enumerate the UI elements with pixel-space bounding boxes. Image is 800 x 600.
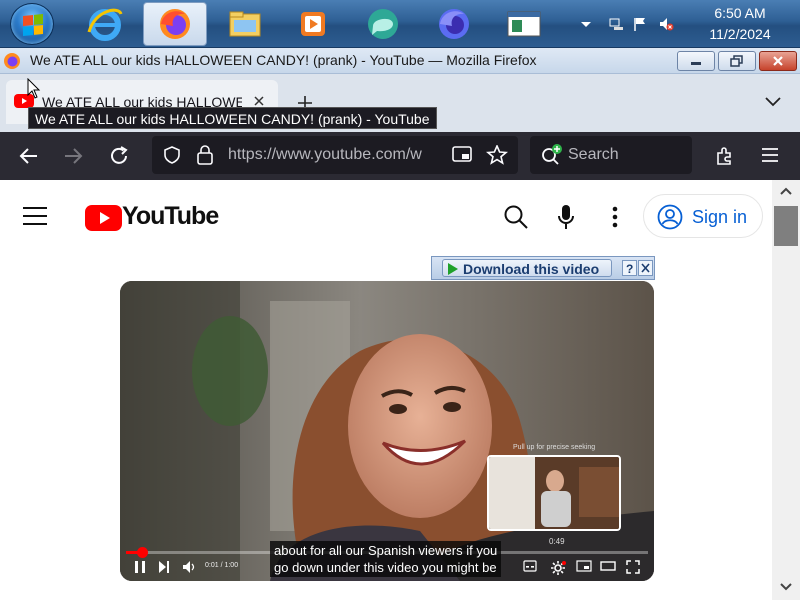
restore-icon [730,55,743,67]
minimize-button[interactable] [677,51,715,71]
search-bar[interactable]: Search [530,136,692,174]
search-placeholder: Search [568,146,619,163]
sign-in-button[interactable]: Sign in [643,194,763,238]
picture-in-picture-icon[interactable] [452,146,472,164]
close-tab-icon[interactable] [252,94,266,108]
padlock-icon[interactable] [196,144,214,166]
settings-gear-icon[interactable] [550,560,566,576]
mouse-cursor-icon [27,78,41,99]
next-video-icon[interactable] [158,560,170,574]
clock-time: 6:50 AM [714,5,766,21]
more-options-icon[interactable] [610,206,620,228]
chevron-up-icon[interactable] [578,16,594,32]
download-video-button[interactable]: Download this video [442,259,612,277]
clock-date: 11/2/2024 [709,26,771,42]
play-arrow-icon [448,263,458,275]
video-frame [120,281,654,581]
system-clock[interactable]: 6:50 AM 11/2/2024 [700,3,780,45]
url-bar[interactable]: https://www.youtube.com/w [152,136,518,174]
scroll-up-icon[interactable] [779,186,793,196]
page-scrollbar[interactable] [772,180,800,600]
firefox-app-icon [4,53,20,69]
volume-icon[interactable] [182,560,196,574]
youtube-menu-icon[interactable] [22,206,48,226]
scroll-down-icon[interactable] [779,582,793,592]
video-time: 0:01 / 1:00 [205,562,239,569]
reload-icon[interactable] [108,145,130,167]
preview-time: 0:49 [549,537,565,546]
back-arrow-icon[interactable] [18,145,40,167]
download-video-label: Download this video [463,261,600,277]
youtube-search-icon[interactable] [503,204,529,230]
preview-frame [489,457,619,529]
minimize-icon [691,62,701,65]
close-helper-icon[interactable] [638,260,653,276]
youtube-logo-icon[interactable] [85,205,123,231]
network-icon[interactable] [608,16,624,32]
window-titlebar: We ATE ALL our kids HALLOWEEN CANDY! (pr… [0,48,800,74]
window-title: We ATE ALL our kids HALLOWEEN CANDY! (pr… [30,52,537,68]
extensions-icon[interactable] [714,145,736,167]
scrollbar-thumb[interactable] [774,206,798,246]
firefox-alt-icon[interactable] [423,2,485,46]
tracking-protection-shield-icon[interactable] [162,145,182,165]
scrubber-handle[interactable] [136,547,148,558]
list-tabs-icon[interactable] [764,94,782,108]
download-helper-bar: Download this video ? [431,256,655,280]
subtitles-icon[interactable] [523,560,537,572]
tab-tooltip: We ATE ALL our kids HALLOWEEN CANDY! (pr… [28,107,437,129]
volume-muted-icon[interactable] [658,16,674,32]
windows-taskbar: 6:50 AM 11/2/2024 [0,0,800,48]
sign-in-label: Sign in [692,207,748,227]
firefox-taskbar-icon[interactable] [143,2,207,46]
video-player[interactable]: Pull up for precise seeking 0:49 about f… [120,281,654,581]
bookmark-star-icon[interactable] [486,145,508,165]
navigation-toolbar: https://www.youtube.com/w Search [0,132,800,180]
seek-preview-thumbnail [487,455,621,531]
theater-mode-icon[interactable] [600,560,616,572]
media-player-icon[interactable] [282,2,344,46]
preview-label: Pull up for precise seeking [513,444,596,451]
close-icon [773,56,783,66]
forward-arrow-icon[interactable] [62,145,84,167]
url-text[interactable]: https://www.youtube.com/w [228,146,422,164]
microphone-icon[interactable] [556,204,576,232]
account-circle-icon [657,204,683,230]
restore-button[interactable] [718,51,756,71]
file-explorer-icon[interactable] [214,2,276,46]
miniplayer-icon[interactable] [576,560,592,572]
help-icon[interactable]: ? [622,260,637,276]
youtube-logo-text[interactable]: YouTube [122,202,219,231]
flag-icon[interactable] [632,16,648,32]
system-tray: 6:50 AM 11/2/2024 [570,0,800,48]
pause-icon[interactable] [134,560,146,574]
start-button[interactable] [10,3,54,45]
internet-explorer-icon[interactable] [74,2,136,46]
chat-app-icon[interactable] [352,2,414,46]
video-caption: about for all our Spanish viewers if you… [270,541,502,577]
fullscreen-icon[interactable] [626,560,640,574]
search-engine-icon[interactable] [540,144,564,166]
window-app-icon[interactable] [493,2,555,46]
close-window-button[interactable] [759,51,797,71]
svg-text:?: ? [626,262,633,276]
windows-logo-icon [23,13,43,37]
hamburger-menu-icon[interactable] [760,146,780,164]
